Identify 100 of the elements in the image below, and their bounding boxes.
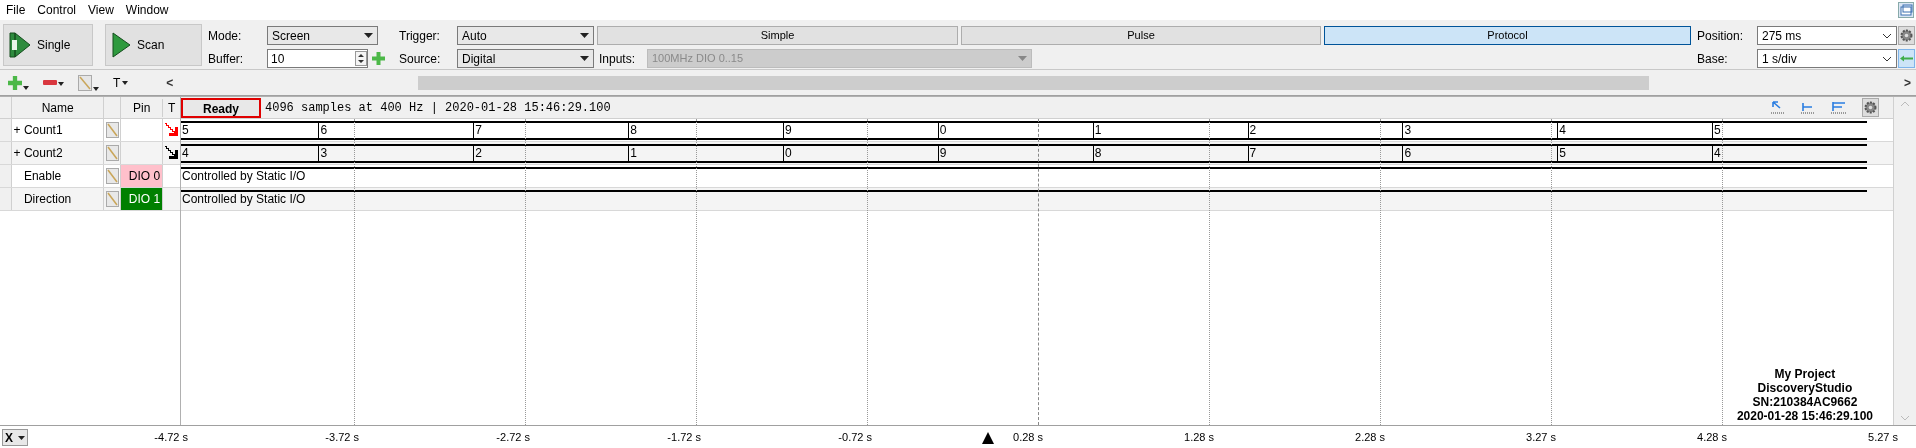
single-step-icon <box>9 32 31 58</box>
signal-name: Enable <box>22 168 63 185</box>
project-info-line: DiscoveryStudio <box>1757 381 1853 395</box>
marker-ruler-icon[interactable] <box>1800 100 1816 115</box>
status-text: 4096 samples at 400 Hz | 2020-01-28 15:46:29.100 <box>265 99 611 117</box>
ready-button[interactable]: Ready <box>181 97 261 118</box>
bus-value: 7 <box>473 122 629 138</box>
static-io-label: Controlled by Static I/O <box>181 191 306 207</box>
axis-tick-label: 0.28 s <box>1013 429 1043 445</box>
caret-icon <box>1882 32 1892 39</box>
single-button[interactable]: Single <box>3 24 93 66</box>
bus-value: 8 <box>1092 145 1248 161</box>
pin-label[interactable]: DIO 1 <box>121 188 163 210</box>
axis-tick-label: -0.72 s <box>838 429 872 445</box>
field-label: Source: <box>398 50 442 68</box>
project-info-line: 2020-01-28 15:46:29.100 <box>1736 409 1873 423</box>
caret-icon[interactable] <box>58 81 64 86</box>
scroll-down-icon[interactable] <box>1900 415 1910 421</box>
edit-icon[interactable] <box>105 168 119 184</box>
cursor-ruler-icon[interactable] <box>1770 100 1786 115</box>
spin-field[interactable]: 10 <box>267 49 368 68</box>
bus-value: 2 <box>1247 122 1403 138</box>
bus-value: 5 <box>1557 145 1713 161</box>
menu-item[interactable]: Control <box>31 1 83 19</box>
settings-icon[interactable] <box>1898 26 1915 45</box>
edit-icon[interactable] <box>105 122 119 138</box>
dropdown[interactable]: Auto <box>457 26 594 45</box>
axis-tick-label: 4.28 s <box>1697 429 1727 445</box>
project-info-line: SN:210384AC9662 <box>1752 395 1858 409</box>
signal-name: Count2 <box>22 145 64 162</box>
edit-icon[interactable] <box>105 145 119 161</box>
trigger-position-icon[interactable] <box>982 432 994 444</box>
expand-button[interactable]: + <box>11 144 22 162</box>
dropdown[interactable]: 275 ms <box>1757 26 1897 45</box>
remove-icon[interactable] <box>43 79 57 86</box>
bus-value: 6 <box>318 122 474 138</box>
dropdown[interactable]: Digital <box>457 49 594 68</box>
caret-icon[interactable] <box>18 435 25 440</box>
add-icon[interactable] <box>372 52 385 65</box>
bus-value: 4 <box>181 145 190 161</box>
bus-value: 9 <box>937 145 1093 161</box>
menu-item[interactable]: Window <box>119 1 175 19</box>
falling-edge-arrow-icon[interactable] <box>164 146 179 160</box>
restore-window-icon[interactable] <box>1898 2 1914 18</box>
axis-selector[interactable]: X <box>2 429 28 446</box>
signal-name: Count1 <box>22 122 64 139</box>
caret-icon <box>580 56 589 61</box>
axis-tick-label: 2.28 s <box>1355 429 1385 445</box>
scan-button[interactable]: Scan <box>105 24 202 66</box>
expand-button[interactable]: + <box>11 121 22 139</box>
scroll-up-icon[interactable] <box>1900 101 1910 107</box>
caret-icon[interactable] <box>122 80 129 85</box>
column-header: Pin <box>132 99 152 117</box>
bus-value: 4 <box>1557 122 1713 138</box>
bus-value: 3 <box>318 145 474 161</box>
caret-icon <box>1018 56 1027 61</box>
bus-value: 1 <box>1092 122 1248 138</box>
axis-tick-label: -4.72 s <box>154 429 188 445</box>
caret-icon[interactable] <box>93 86 99 91</box>
tab[interactable]: Pulse <box>961 26 1321 45</box>
tab[interactable]: Protocol <box>1324 26 1691 45</box>
pin-label[interactable]: DIO 0 <box>121 165 163 187</box>
bus-value: 5 <box>181 122 190 138</box>
bus-value: 1 <box>628 145 783 161</box>
field-label: Mode: <box>207 27 243 45</box>
axis-tick-label: -3.72 s <box>325 429 359 445</box>
bus-value: 4 <box>1712 145 1867 161</box>
scroll-left-button[interactable]: < <box>166 73 179 92</box>
menu-item[interactable]: File <box>0 1 32 19</box>
static-io-label: Controlled by Static I/O <box>181 168 306 184</box>
dropdown: 100MHz DIO 0..15 <box>647 49 1032 68</box>
scrollbar-thumb[interactable] <box>418 75 1650 90</box>
spinner-icon[interactable] <box>355 51 367 66</box>
column-header: Name <box>40 99 75 117</box>
tab[interactable]: Simple <box>597 26 958 45</box>
column-header: T <box>162 98 180 117</box>
axis-tick-label: -2.72 s <box>496 429 530 445</box>
axis-tick-label: 5.27 s <box>1868 429 1898 445</box>
field-label: Inputs: <box>598 50 637 68</box>
bus-value: 7 <box>1247 145 1403 161</box>
text-menu[interactable]: T <box>113 73 121 92</box>
menu-item[interactable]: View <box>82 1 120 19</box>
settings-icon[interactable] <box>1862 98 1879 117</box>
dropdown[interactable]: 1 s/div <box>1757 49 1897 68</box>
caret-icon[interactable] <box>23 85 29 90</box>
double-marker-ruler-icon[interactable] <box>1830 100 1848 115</box>
field-label: Position: <box>1696 27 1745 45</box>
dropdown[interactable]: Screen <box>267 26 378 45</box>
signal-name: Direction <box>22 191 73 208</box>
axis-tick-label: 3.27 s <box>1526 429 1556 445</box>
scroll-right-button[interactable]: > <box>1904 73 1916 92</box>
axis-tick-label: -1.72 s <box>667 429 701 445</box>
bus-value: 9 <box>783 122 938 138</box>
bus-value: 2 <box>473 145 629 161</box>
bus-value: 5 <box>1712 122 1867 138</box>
field-label: Base: <box>1696 50 1729 68</box>
edit-icon[interactable] <box>105 191 119 207</box>
field-label: Trigger: <box>398 27 441 45</box>
bus-value: 8 <box>628 122 783 138</box>
bus-value: 6 <box>1402 145 1558 161</box>
